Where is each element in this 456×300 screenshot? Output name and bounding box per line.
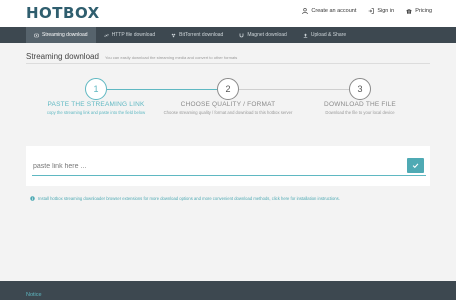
step-1-title: PASTE THE STREAMING LINK (47, 101, 145, 108)
step-3-circle: 3 (349, 78, 371, 100)
footer-notice-heading: Notice (26, 292, 42, 298)
tab-http-file-download-label: HTTP file download (111, 32, 156, 38)
sign-in-link[interactable]: Sign in (368, 8, 394, 14)
create-account-link[interactable]: Create an account (302, 8, 356, 14)
extension-info[interactable]: Install hotbox streaming downloader brow… (30, 196, 430, 201)
create-account-label: Create an account (311, 8, 357, 14)
step-3-description: Download the file to your local device (325, 110, 395, 115)
pricing-link[interactable]: Pricing (406, 8, 432, 14)
pricing-label: Pricing (415, 8, 432, 14)
title-divider (26, 63, 430, 64)
step-connector-2 (239, 89, 349, 90)
extension-info-text: Install hotbox streaming downloader brow… (38, 196, 340, 201)
tab-magnet-download-label: Magnet download (247, 32, 287, 38)
step-3-title: DOWNLOAD THE FILE (324, 101, 396, 108)
sign-in-icon (368, 8, 375, 14)
title-bar: Streaming download You can easily downlo… (26, 52, 237, 61)
stream-icon (34, 33, 39, 37)
link-icon (103, 33, 109, 37)
tab-streaming-download[interactable]: Streaming download (26, 27, 96, 43)
submit-link-button[interactable] (407, 158, 424, 173)
check-icon (412, 163, 419, 169)
tab-bittorrent-download[interactable]: BitTorrent download (163, 27, 231, 43)
step-1-description: copy the streaming link and paste into t… (46, 110, 146, 115)
torrent-icon (171, 33, 176, 37)
page-title: Streaming download (26, 52, 99, 61)
logo[interactable]: HOTBOX (26, 4, 100, 22)
tab-http-file-download[interactable]: HTTP file download (96, 27, 164, 43)
step-2-description: Choose streaming quality / format and do… (163, 110, 293, 115)
magnet-icon (239, 33, 244, 37)
tab-upload-share[interactable]: Upload & Share (295, 27, 354, 43)
footer: Notice (0, 281, 456, 300)
header: HOTBOX Create an account Sign in Pricing (0, 0, 456, 27)
link-form-panel (26, 146, 430, 186)
user-icon (302, 8, 309, 14)
step-2-title: CHOOSE QUALITY / FORMAT (180, 101, 276, 108)
gift-icon (406, 8, 412, 14)
upload-icon (303, 33, 308, 38)
tab-upload-share-label: Upload & Share (310, 32, 347, 38)
tab-magnet-download[interactable]: Magnet download (231, 27, 294, 43)
tab-streaming-download-label: Streaming download (42, 32, 88, 38)
streaming-link-input[interactable] (32, 158, 426, 176)
sign-in-label: Sign in (377, 8, 395, 14)
tab-bittorrent-download-label: BitTorrent download (179, 32, 224, 38)
step-1-circle: 1 (85, 78, 107, 100)
page-subtitle: You can easily download the streaming me… (104, 55, 238, 60)
step-connector-1 (107, 89, 217, 90)
top-links: Create an account Sign in Pricing (302, 8, 432, 14)
step-2-circle: 2 (217, 78, 239, 100)
main-nav: Streaming download HTTP file download Bi… (0, 27, 456, 43)
info-circle-icon (30, 196, 35, 201)
